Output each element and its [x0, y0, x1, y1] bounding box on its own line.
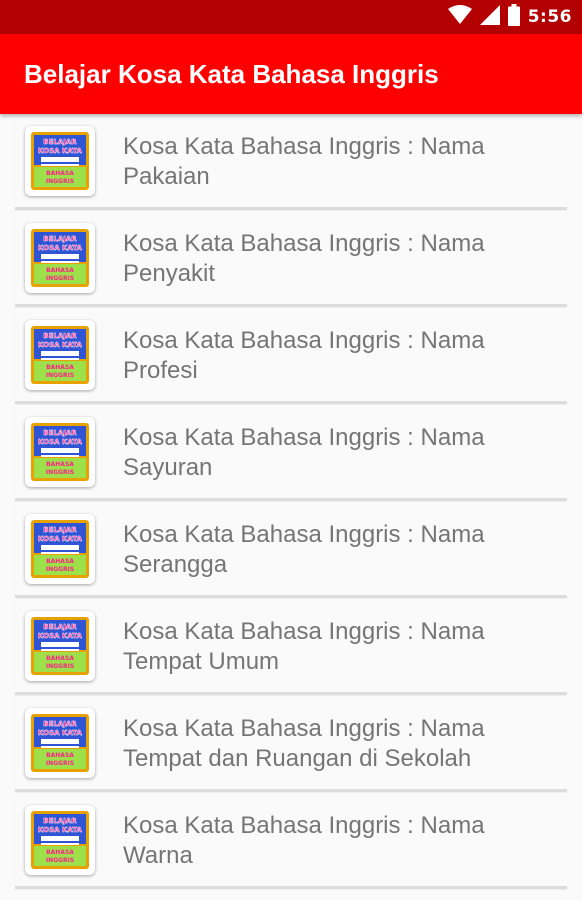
status-time: 5:56: [527, 7, 572, 27]
status-icons: 5:56: [447, 4, 572, 30]
item-label: Kosa Kata Bahasa Inggris : Nama Serangga: [123, 520, 553, 580]
logo-text: KOSA KATA: [38, 535, 82, 543]
app-logo-icon: BELAJAR KOSA KATA BAHASA INGGRIS: [25, 126, 95, 196]
logo-text: KOSA KATA: [38, 826, 82, 834]
logo-text: BELAJAR: [43, 235, 77, 243]
logo-text: INGGRIS: [46, 275, 74, 282]
list-item[interactable]: BELAJAR KOSA KATA BAHASA INGGRIS Kosa Ka…: [15, 502, 567, 598]
logo-text: INGGRIS: [46, 178, 74, 185]
app-logo-icon: BELAJAR KOSA KATA BAHASA INGGRIS: [25, 805, 95, 875]
logo-text: KOSA KATA: [38, 147, 82, 155]
item-label: Kosa Kata Bahasa Inggris : Nama Pakaian: [123, 132, 553, 192]
logo-text: BELAJAR: [43, 429, 77, 437]
app-logo-icon: BELAJAR KOSA KATA BAHASA INGGRIS: [25, 223, 95, 293]
list-item[interactable]: BELAJAR KOSA KATA BAHASA INGGRIS Kosa Ka…: [15, 405, 567, 501]
item-label-line2: Tempat Umum: [123, 648, 280, 675]
item-label-line1: Kosa Kata Bahasa Inggris : Nama: [123, 521, 485, 548]
logo-text: INGGRIS: [46, 566, 74, 573]
logo-text: BAHASA: [46, 752, 74, 759]
item-label-line2: Penyakit: [123, 260, 216, 287]
logo-text: BAHASA: [46, 558, 74, 565]
logo-text: INGGRIS: [46, 857, 74, 864]
list-item[interactable]: BELAJAR KOSA KATA BAHASA INGGRIS Kosa Ka…: [15, 211, 567, 307]
logo-text: INGGRIS: [46, 469, 74, 476]
app-logo-icon: BELAJAR KOSA KATA BAHASA INGGRIS: [25, 514, 95, 584]
logo-text: BELAJAR: [43, 526, 77, 534]
item-label-line2: Pakaian: [123, 163, 210, 190]
app-logo-icon: BELAJAR KOSA KATA BAHASA INGGRIS: [25, 417, 95, 487]
logo-text: KOSA KATA: [38, 341, 82, 349]
list-item[interactable]: BELAJAR KOSA KATA BAHASA INGGRIS Kosa Ka…: [15, 308, 567, 404]
logo-text: KOSA KATA: [38, 729, 82, 737]
logo-text: BELAJAR: [43, 332, 77, 340]
item-label: Kosa Kata Bahasa Inggris : Nama Penyakit: [123, 229, 553, 289]
topic-list[interactable]: BELAJAR KOSA KATA BAHASA INGGRIS Kosa Ka…: [0, 114, 582, 900]
item-label: Kosa Kata Bahasa Inggris : Nama Tempat U…: [123, 617, 553, 677]
logo-text: BAHASA: [46, 849, 74, 856]
item-label: Kosa Kata Bahasa Inggris : Nama Profesi: [123, 326, 553, 386]
item-label: Kosa Kata Bahasa Inggris : Nama Sayuran: [123, 423, 553, 483]
item-label-line2: Tempat dan Ruangan di Sekolah: [123, 745, 472, 772]
wifi-icon: [447, 5, 472, 29]
logo-text: KOSA KATA: [38, 244, 82, 252]
item-label: Kosa Kata Bahasa Inggris : Nama Tempat d…: [123, 714, 553, 774]
item-label-line2: Serangga: [123, 551, 228, 578]
status-bar: 5:56: [0, 0, 582, 34]
battery-icon: [507, 4, 520, 30]
app-logo-icon: BELAJAR KOSA KATA BAHASA INGGRIS: [25, 320, 95, 390]
logo-text: BAHASA: [46, 655, 74, 662]
item-label-line1: Kosa Kata Bahasa Inggris : Nama: [123, 812, 485, 839]
item-label-line2: Sayuran: [123, 454, 213, 481]
item-label: Kosa Kata Bahasa Inggris : Nama Warna: [123, 811, 553, 871]
logo-text: BAHASA: [46, 461, 74, 468]
logo-text: INGGRIS: [46, 663, 74, 670]
item-label-line1: Kosa Kata Bahasa Inggris : Nama: [123, 230, 485, 257]
list-item[interactable]: BELAJAR KOSA KATA BAHASA INGGRIS Kosa Ka…: [15, 696, 567, 792]
app-logo-icon: BELAJAR KOSA KATA BAHASA INGGRIS: [25, 611, 95, 681]
logo-text: BELAJAR: [43, 817, 77, 825]
item-label-line1: Kosa Kata Bahasa Inggris : Nama: [123, 133, 485, 160]
app-logo-icon: BELAJAR KOSA KATA BAHASA INGGRIS: [25, 708, 95, 778]
logo-text: BAHASA: [46, 267, 74, 274]
item-label-line2: Profesi: [123, 357, 198, 384]
logo-text: BELAJAR: [43, 720, 77, 728]
app-bar: Belajar Kosa Kata Bahasa Inggris: [0, 34, 582, 114]
list-item[interactable]: BELAJAR KOSA KATA BAHASA INGGRIS Kosa Ka…: [15, 114, 567, 210]
logo-text: INGGRIS: [46, 760, 74, 767]
app-title: Belajar Kosa Kata Bahasa Inggris: [24, 59, 439, 89]
logo-text: BAHASA: [46, 364, 74, 371]
logo-text: BAHASA: [46, 170, 74, 177]
list-item[interactable]: BELAJAR KOSA KATA BAHASA INGGRIS Kosa Ka…: [15, 599, 567, 695]
item-label-line2: Warna: [123, 842, 193, 869]
list-item[interactable]: BELAJAR KOSA KATA BAHASA INGGRIS Kosa Ka…: [15, 793, 567, 889]
item-label-line1: Kosa Kata Bahasa Inggris : Nama: [123, 618, 485, 645]
logo-text: INGGRIS: [46, 372, 74, 379]
item-label-line1: Kosa Kata Bahasa Inggris : Nama: [123, 715, 485, 742]
logo-text: KOSA KATA: [38, 438, 82, 446]
item-label-line1: Kosa Kata Bahasa Inggris : Nama: [123, 424, 485, 451]
logo-text: KOSA KATA: [38, 632, 82, 640]
item-label-line1: Kosa Kata Bahasa Inggris : Nama: [123, 327, 485, 354]
logo-text: BELAJAR: [43, 138, 77, 146]
logo-text: BELAJAR: [43, 623, 77, 631]
signal-icon: [479, 5, 500, 29]
